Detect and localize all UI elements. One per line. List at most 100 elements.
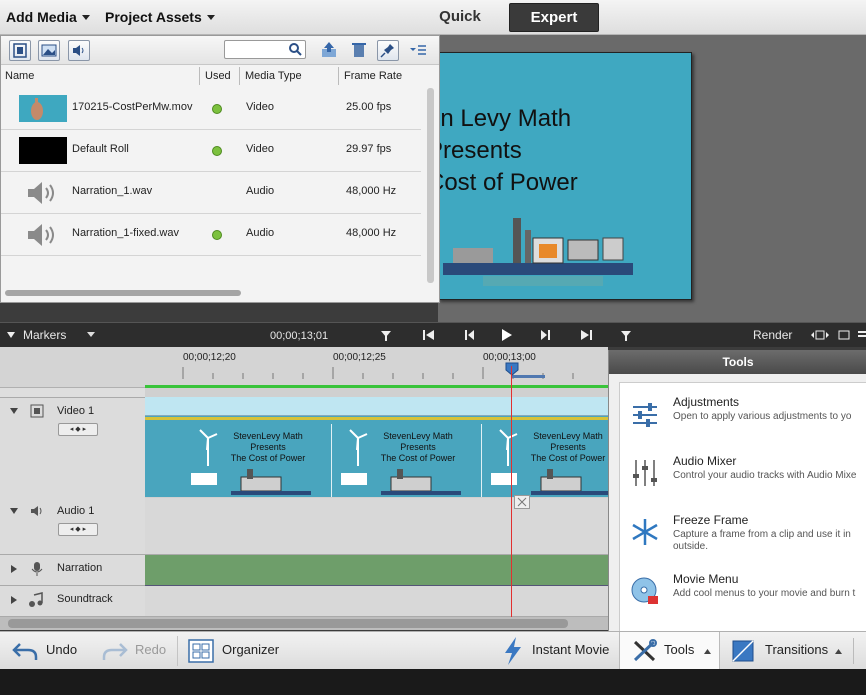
asset-row[interactable]: 170215-CostPerMw.mov Video 25.00 fps (1, 88, 421, 130)
asset-name: Narration_1.wav (72, 185, 153, 197)
bottom-divider (177, 636, 178, 666)
transitions-tab[interactable]: Transitions (718, 632, 866, 670)
project-assets-panel: Name Used Media Type Frame Rate 170215-C… (0, 35, 440, 303)
opacity-line[interactable] (145, 417, 608, 420)
tool-description: Control your audio tracks with Audio Mix… (673, 470, 857, 481)
power-plant-illustration (341, 469, 461, 495)
export-icon[interactable] (319, 40, 339, 59)
preview-frame[interactable]: en Levy Math Presents Cost of Power (438, 52, 692, 300)
tools-panel: Tools Adjustments Open to apply various … (608, 350, 866, 634)
horizontal-scrollbar[interactable] (5, 290, 241, 296)
soundtrack-track-header: Soundtrack (0, 586, 145, 617)
asset-rate: 25.00 fps (346, 101, 392, 113)
time-ruler[interactable]: 00;00;12;20 00;00;12;25 00;00;13;00 (145, 347, 608, 387)
timeline-view-icon[interactable] (838, 329, 850, 341)
panel-menu-icon[interactable] (407, 40, 429, 59)
playhead-handle-icon[interactable] (505, 362, 519, 376)
tool-item-audio-mixer[interactable]: Audio Mixer Control your audio tracks wi… (620, 452, 866, 507)
expert-mode-tab[interactable]: Expert (509, 3, 599, 32)
timeline-scrollbar[interactable] (0, 617, 608, 630)
current-timecode[interactable]: 00;00;13;01 (270, 330, 328, 342)
fit-timeline-icon[interactable] (810, 329, 830, 341)
pin-icon (380, 44, 394, 58)
show-image-toggle[interactable] (38, 40, 60, 61)
asset-rate: 48,000 Hz (346, 185, 397, 197)
quick-mode-tab[interactable]: Quick (420, 8, 500, 25)
scissors-icon[interactable] (514, 495, 530, 509)
organizer-icon[interactable] (188, 639, 214, 663)
go-to-next-marker-icon[interactable] (618, 328, 634, 342)
asset-name: Narration_1-fixed.wav (72, 227, 179, 239)
pin-toggle[interactable] (377, 40, 399, 61)
trash-icon[interactable] (349, 40, 369, 59)
vertical-scrollbar[interactable] (427, 88, 434, 283)
redo-button[interactable]: Redo (135, 642, 166, 657)
used-indicator (212, 104, 222, 114)
undo-icon[interactable] (12, 640, 38, 662)
markers-label[interactable]: Markers (23, 328, 66, 342)
asset-row[interactable]: Narration_1-fixed.wav Audio 48,000 Hz (1, 214, 421, 256)
tool-item-freeze-frame[interactable]: Freeze Frame Capture a frame from a clip… (620, 511, 866, 566)
tool-description: Capture a frame from a clip and use it i… (673, 529, 851, 552)
asset-row[interactable]: Default Roll Video 29.97 fps (1, 130, 421, 172)
asset-search-input[interactable] (224, 40, 306, 59)
timeline-toolbar: Markers 00;00;13;01 Render (0, 322, 866, 347)
transitions-tab-label: Transitions (765, 642, 829, 657)
redo-icon[interactable] (102, 640, 128, 662)
markers-toggle[interactable] (6, 329, 16, 343)
go-to-end-icon[interactable] (578, 328, 594, 342)
keyframe-controls[interactable]: ◂ ◆ ▸ (58, 523, 98, 536)
tool-item-adjustments[interactable]: Adjustments Open to apply various adjust… (620, 393, 866, 448)
asset-name: Default Roll (72, 143, 129, 155)
soundtrack-track-lane[interactable] (145, 586, 608, 617)
column-header-media-type[interactable]: Media Type (245, 65, 302, 87)
organizer-button[interactable]: Organizer (222, 642, 279, 657)
undo-button[interactable]: Undo (46, 642, 77, 657)
column-header-used[interactable]: Used (205, 65, 231, 87)
snowflake-icon (632, 519, 658, 545)
frame-text: The Cost of Power (380, 453, 456, 463)
column-header-frame-rate[interactable]: Frame Rate (344, 65, 402, 87)
step-forward-icon[interactable] (538, 328, 554, 342)
chevron-down-icon[interactable] (87, 332, 95, 338)
collapse-triangle-icon[interactable] (10, 408, 18, 414)
microphone-icon[interactable] (30, 561, 44, 577)
triangle-down-icon (7, 332, 15, 338)
step-back-icon[interactable] (461, 328, 477, 342)
speaker-icon[interactable] (30, 504, 44, 518)
project-assets-menu[interactable]: Project Assets (105, 9, 215, 25)
expand-triangle-icon[interactable] (11, 565, 17, 573)
show-video-toggle[interactable] (9, 40, 31, 61)
timeline-scroll-thumb[interactable] (8, 619, 568, 628)
keyframe-controls[interactable]: ◂ ◆ ▸ (58, 423, 98, 436)
collapse-triangle-icon[interactable] (10, 508, 18, 514)
music-note-icon[interactable] (28, 592, 44, 608)
playhead-line[interactable] (511, 366, 512, 617)
instant-movie-button[interactable]: Instant Movie (532, 642, 609, 657)
render-bar (145, 385, 608, 388)
lightning-icon[interactable] (500, 636, 526, 666)
video-clip[interactable]: StevenLevy Math Presents The Cost of Pow… (145, 397, 608, 497)
tool-item-movie-menu[interactable]: Movie Menu Add cool menus to your movie … (620, 570, 866, 625)
frame-text: The Cost of Power (230, 453, 306, 463)
go-to-previous-marker-icon[interactable] (378, 328, 394, 342)
add-media-menu[interactable]: Add Media (6, 9, 90, 25)
column-header-name[interactable]: Name (5, 65, 34, 87)
sliders-icon (633, 403, 657, 427)
render-button[interactable]: Render (753, 328, 792, 342)
wind-turbine-icon (499, 429, 518, 466)
expand-triangle-icon[interactable] (11, 596, 17, 604)
asset-row[interactable]: Narration_1.wav Audio 48,000 Hz (1, 172, 421, 214)
preview-line: Cost of Power (438, 169, 578, 196)
show-audio-toggle[interactable] (68, 40, 90, 61)
tools-tab[interactable]: Tools (619, 632, 720, 670)
caret-up-icon (704, 649, 711, 654)
tool-name: Audio Mixer (673, 454, 737, 468)
go-to-start-icon[interactable] (421, 328, 437, 342)
film-icon[interactable] (30, 404, 44, 418)
audio-track-lane[interactable] (145, 495, 608, 555)
play-icon[interactable] (499, 328, 515, 342)
column-divider (199, 67, 200, 85)
narration-track-lane[interactable] (145, 555, 608, 586)
timeline-menu-icon[interactable] (857, 329, 866, 341)
